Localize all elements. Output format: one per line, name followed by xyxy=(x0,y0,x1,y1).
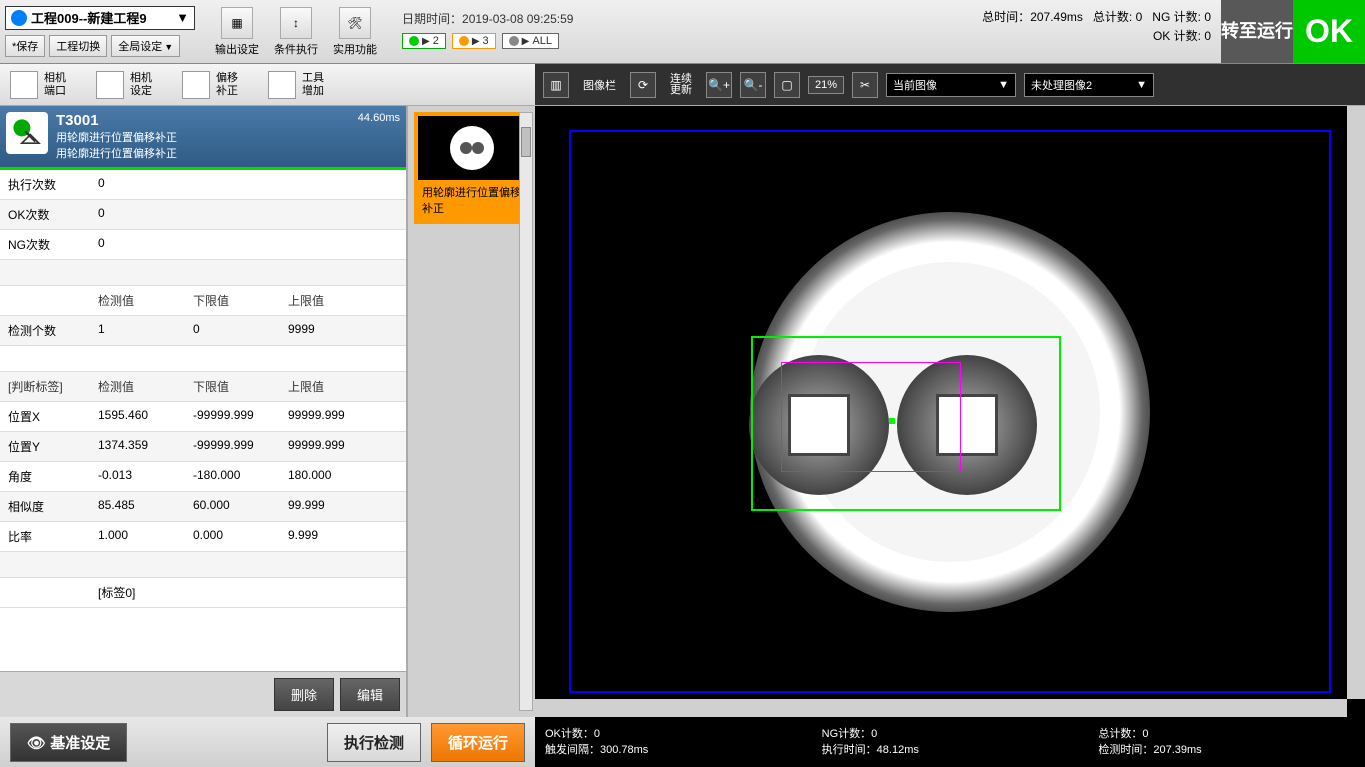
stat-total-count: 0 xyxy=(1142,728,1148,740)
image-bar-label: 图像栏 xyxy=(577,72,622,98)
ok-count-val: 0 xyxy=(98,206,193,223)
data-list[interactable]: 执行次数0 OK次数0 NG次数0 检测值下限值上限值 检测个数109999 [… xyxy=(0,170,406,671)
bottom-actions: 👁 基准设定 执行检测 循环运行 xyxy=(0,717,535,767)
ok-count: 0 xyxy=(1204,29,1211,43)
tool-id: T3001 xyxy=(56,112,350,129)
total-time: 207.49ms xyxy=(1030,10,1083,24)
thumbnail-strip: 用轮廓进行位置偏移补正 xyxy=(408,106,535,717)
output-icon: ▦ xyxy=(221,7,253,39)
ok-status: OK xyxy=(1293,0,1365,63)
roi-magenta xyxy=(781,362,961,472)
zoom-out-button[interactable]: 🔍- xyxy=(740,72,766,98)
left-actions: 删除 编辑 xyxy=(0,671,406,717)
total-count: 0 xyxy=(1136,10,1143,24)
global-settings-button[interactable]: 全局设定▼ xyxy=(111,35,180,57)
histogram-icon[interactable]: ▥ xyxy=(543,72,569,98)
tool-icon xyxy=(6,112,48,154)
tool-desc-1: 用轮廓进行位置偏移补正 xyxy=(56,129,350,145)
top-stats: 总时间：207.49ms 总计数: 0 NG 计数: 0 OK 计数: 0 xyxy=(972,0,1221,63)
image-source-select[interactable]: 当前图像▼ xyxy=(886,73,1016,97)
bottom-bar: 👁 基准设定 执行检测 循环运行 OK计数：0 触发间隔：300.78ms NG… xyxy=(0,717,1365,767)
utility-button[interactable]: 🛠 实用功能 xyxy=(333,5,377,58)
image-scrollbar-vertical[interactable] xyxy=(1347,106,1365,699)
top-tools: ▦ 输出设定 ↕ 条件执行 🛠 实用功能 xyxy=(200,0,392,63)
switch-to-run-button[interactable]: 转至运行 xyxy=(1221,0,1293,63)
exec-count: 0 xyxy=(98,176,193,193)
datetime-block: 日期时间：2019-03-08 09:25:59 ▶2 ▶3 ▶ALL xyxy=(392,0,583,63)
top-button-row: *保存 工程切换 全局设定▼ xyxy=(5,35,195,57)
project-name: 工程009--新建工程9 xyxy=(31,8,147,27)
refresh-icon[interactable]: ⟳ xyxy=(630,72,656,98)
continuous-update-label: 连续 更新 xyxy=(664,72,698,98)
tool-add-button[interactable]: 工具 增加 xyxy=(268,71,324,99)
thumbnail-label: 用轮廓进行位置偏移补正 xyxy=(418,180,525,220)
thumbnail-image xyxy=(418,116,525,180)
chevron-down-icon: ▼ xyxy=(176,10,189,25)
tool-desc-2: 用轮廓进行位置偏移补正 xyxy=(56,145,350,161)
bottom-stats: OK计数：0 触发间隔：300.78ms NG计数：0 执行时间：48.12ms… xyxy=(535,717,1365,767)
badge-2[interactable]: ▶2 xyxy=(402,33,446,49)
save-button[interactable]: *保存 xyxy=(5,35,45,57)
condition-exec-button[interactable]: ↕ 条件执行 xyxy=(274,5,318,58)
tool-header[interactable]: T3001 用轮廓进行位置偏移补正 用轮廓进行位置偏移补正 44.60ms xyxy=(0,106,406,170)
stat-ng-count: 0 xyxy=(871,728,877,740)
badge-all[interactable]: ▶ALL xyxy=(502,33,559,49)
chevron-down-icon: ▼ xyxy=(998,79,1009,91)
main-area: T3001 用轮廓进行位置偏移补正 用轮廓进行位置偏移补正 44.60ms 执行… xyxy=(0,106,1365,717)
crop-button[interactable]: ✂ xyxy=(852,72,878,98)
image-canvas xyxy=(549,120,1351,703)
toolbar2-left: 相机 端口 相机 设定 偏移 补正 工具 增加 xyxy=(0,69,535,101)
stat-detect-time: 207.39ms xyxy=(1153,744,1201,756)
execute-detection-button[interactable]: 执行检测 xyxy=(327,723,421,762)
delete-button[interactable]: 删除 xyxy=(274,678,334,711)
image-scrollbar-horizontal[interactable] xyxy=(535,699,1347,717)
zoom-percent: 21% xyxy=(808,76,844,94)
gear-icon xyxy=(11,10,27,26)
image-toolbar: ▥ 图像栏 ⟳ 连续 更新 🔍+ 🔍- ▢ 21% ✂ 当前图像▼ 未处理图像2… xyxy=(535,64,1365,105)
condition-icon: ↕ xyxy=(280,7,312,39)
thumbnail-selected[interactable]: 用轮廓进行位置偏移补正 xyxy=(414,112,529,224)
tool-time: 44.60ms xyxy=(358,112,400,161)
output-settings-button[interactable]: ▦ 输出设定 xyxy=(215,5,259,58)
datetime-value: 2019-03-08 09:25:59 xyxy=(462,12,573,26)
left-panel: T3001 用轮廓进行位置偏移补正 用轮廓进行位置偏移补正 44.60ms 执行… xyxy=(0,106,408,717)
project-switch-button[interactable]: 工程切换 xyxy=(49,35,107,57)
base-settings-button[interactable]: 👁 基准设定 xyxy=(10,723,127,762)
fit-button[interactable]: ▢ xyxy=(774,72,800,98)
badge-3[interactable]: ▶3 xyxy=(452,33,496,49)
camera-port-button[interactable]: 相机 端口 xyxy=(10,71,66,99)
secondary-toolbar: 相机 端口 相机 设定 偏移 补正 工具 增加 ▥ 图像栏 ⟳ 连续 更新 🔍+… xyxy=(0,64,1365,106)
offset-icon xyxy=(182,71,210,99)
chevron-down-icon: ▼ xyxy=(1136,79,1147,91)
add-tool-icon xyxy=(268,71,296,99)
image-process-select[interactable]: 未处理图像2▼ xyxy=(1024,73,1154,97)
top-left-block: 工程009--新建工程9 ▼ *保存 工程切换 全局设定▼ xyxy=(0,0,200,63)
top-bar: 工程009--新建工程9 ▼ *保存 工程切换 全局设定▼ ▦ 输出设定 ↕ 条… xyxy=(0,0,1365,64)
stat-trigger-interval: 300.78ms xyxy=(600,744,648,756)
stat-ok-count: 0 xyxy=(594,728,600,740)
badge-row: ▶2 ▶3 ▶ALL xyxy=(402,33,573,49)
offset-correction-button[interactable]: 偏移 补正 xyxy=(182,71,238,99)
edit-button[interactable]: 编辑 xyxy=(340,678,400,711)
chevron-down-icon: ▼ xyxy=(164,42,173,52)
project-selector[interactable]: 工程009--新建工程9 ▼ xyxy=(5,6,195,30)
ng-count: 0 xyxy=(1204,10,1211,24)
zoom-in-button[interactable]: 🔍+ xyxy=(706,72,732,98)
stat-exec-time: 48.12ms xyxy=(877,744,919,756)
thumb-scrollbar[interactable] xyxy=(519,112,533,711)
camera-gear-icon xyxy=(96,71,124,99)
ng-count-val: 0 xyxy=(98,236,193,253)
utility-icon: 🛠 xyxy=(339,7,371,39)
center-marker xyxy=(889,418,895,424)
loop-run-button[interactable]: 循环运行 xyxy=(431,723,525,762)
camera-settings-button[interactable]: 相机 设定 xyxy=(96,71,152,99)
image-viewer[interactable] xyxy=(535,106,1365,717)
camera-icon xyxy=(10,71,38,99)
